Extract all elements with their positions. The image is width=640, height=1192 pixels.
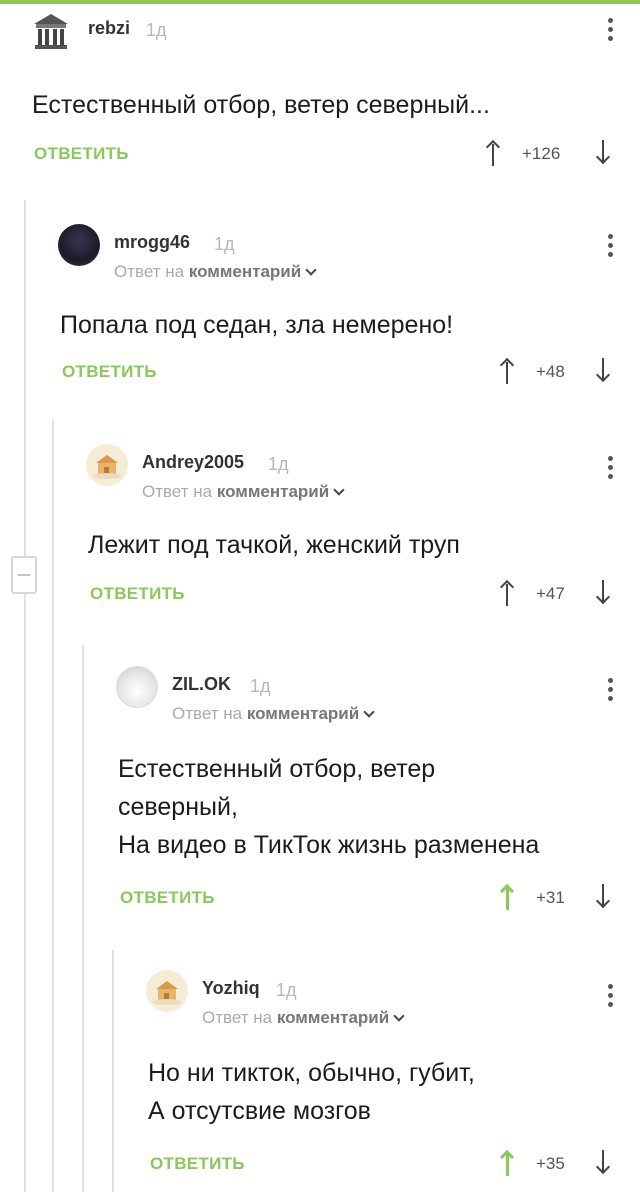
reply-to-prefix: Ответ на — [172, 704, 243, 723]
rating-count: +126 — [522, 144, 561, 163]
rating-count: +31 — [536, 888, 565, 907]
avatar[interactable] — [146, 970, 188, 1012]
comment-thread: rebzi 1д Естественный отбор, ветер север… — [0, 0, 640, 1192]
default-user-icon — [153, 981, 181, 1005]
building-icon — [34, 14, 68, 49]
chevron-down-icon — [393, 1010, 405, 1022]
avatar[interactable] — [116, 666, 158, 708]
reply-to-link[interactable]: Ответ на комментарий — [114, 262, 317, 282]
comment-text: Попала под седан, зла немерено! — [60, 311, 454, 339]
downvote-icon[interactable] — [595, 884, 611, 910]
downvote-icon[interactable] — [595, 358, 611, 384]
collapse-thread-button[interactable] — [11, 556, 37, 594]
comment-header: ZIL.OK 1д Ответ на комментарий — [116, 662, 640, 723]
comment-text: Но ни тикток, обычно, губит, А отсутсвие… — [148, 1059, 475, 1125]
more-options-icon[interactable] — [608, 678, 614, 705]
reply-button[interactable]: ОТВЕТИТЬ — [34, 144, 129, 164]
rating-count: +47 — [536, 584, 565, 603]
more-options-icon[interactable] — [608, 984, 614, 1011]
reply-to-link[interactable]: Ответ на комментарий — [142, 482, 345, 502]
thread-line — [52, 420, 54, 1192]
comment: rebzi 1д Естественный отбор, ветер север… — [30, 6, 640, 176]
upvote-icon[interactable] — [499, 357, 515, 384]
avatar[interactable] — [58, 224, 100, 266]
upvote-icon[interactable] — [499, 579, 515, 606]
more-options-icon[interactable] — [608, 234, 614, 261]
upvote-icon[interactable] — [499, 883, 515, 910]
chevron-down-icon — [305, 264, 317, 276]
comment-text: Естественный отбор, ветер северный, На в… — [118, 755, 540, 859]
time-ago: 1д — [214, 234, 235, 254]
time-ago: 1д — [276, 980, 297, 1000]
reply-to-link[interactable]: Ответ на комментарий — [202, 1008, 405, 1028]
username[interactable]: ZIL.OK — [172, 674, 231, 695]
reply-button[interactable]: ОТВЕТИТЬ — [62, 362, 157, 382]
chevron-down-icon — [333, 484, 345, 496]
comment-header: Andrey2005 1д Ответ на комментарий — [86, 440, 640, 501]
upvote-icon[interactable] — [499, 1149, 515, 1176]
username[interactable]: Yozhiq — [202, 978, 260, 999]
reply-to-target: комментарий — [216, 482, 330, 501]
comment: mrogg46 1д Ответ на комментарий Попала п… — [58, 220, 640, 390]
upvote-icon[interactable] — [485, 139, 501, 166]
chevron-down-icon — [363, 706, 375, 718]
reply-to-link[interactable]: Ответ на комментарий — [172, 704, 375, 724]
top-accent-bar — [0, 0, 640, 4]
reply-to-target: комментарий — [276, 1008, 390, 1027]
username[interactable]: mrogg46 — [114, 232, 190, 253]
more-options-icon[interactable] — [608, 456, 614, 483]
rating-count: +35 — [536, 1154, 565, 1173]
comment-header: mrogg46 1д Ответ на комментарий — [58, 220, 640, 281]
rating-count: +48 — [536, 362, 565, 381]
thread-line — [24, 200, 26, 1192]
time-ago: 1д — [268, 454, 289, 474]
comment: ZIL.OK 1д Ответ на комментарий Естествен… — [116, 662, 640, 912]
avatar[interactable] — [86, 444, 128, 486]
comment-text: Лежит под тачкой, женский труп — [88, 531, 460, 559]
reply-to-target: комментарий — [246, 704, 360, 723]
comment-header: Yozhiq 1д Ответ на комментарий — [146, 966, 640, 1027]
reply-to-prefix: Ответ на — [142, 482, 213, 501]
more-options-icon[interactable] — [608, 18, 614, 45]
downvote-icon[interactable] — [595, 1150, 611, 1176]
downvote-icon[interactable] — [595, 140, 611, 166]
reply-to-target: комментарий — [188, 262, 302, 281]
default-user-icon — [93, 455, 121, 479]
username[interactable]: Andrey2005 — [142, 452, 244, 473]
avatar[interactable] — [30, 10, 72, 52]
reply-button[interactable]: ОТВЕТИТЬ — [150, 1154, 245, 1174]
comment: Yozhiq 1д Ответ на комментарий Но ни тик… — [146, 966, 640, 1186]
thread-line — [112, 950, 114, 1192]
reply-button[interactable]: ОТВЕТИТЬ — [120, 888, 215, 908]
reply-to-prefix: Ответ на — [114, 262, 185, 281]
time-ago: 1д — [250, 676, 271, 696]
time-ago: 1д — [146, 20, 167, 40]
comment-header: rebzi 1д — [30, 6, 640, 56]
reply-to-prefix: Ответ на — [202, 1008, 273, 1027]
comment-text: Естественный отбор, ветер северный... — [32, 91, 490, 119]
username[interactable]: rebzi — [88, 18, 130, 39]
reply-button[interactable]: ОТВЕТИТЬ — [90, 584, 185, 604]
downvote-icon[interactable] — [595, 580, 611, 606]
comment: Andrey2005 1д Ответ на комментарий Лежит… — [86, 440, 640, 610]
thread-line — [82, 645, 84, 1192]
